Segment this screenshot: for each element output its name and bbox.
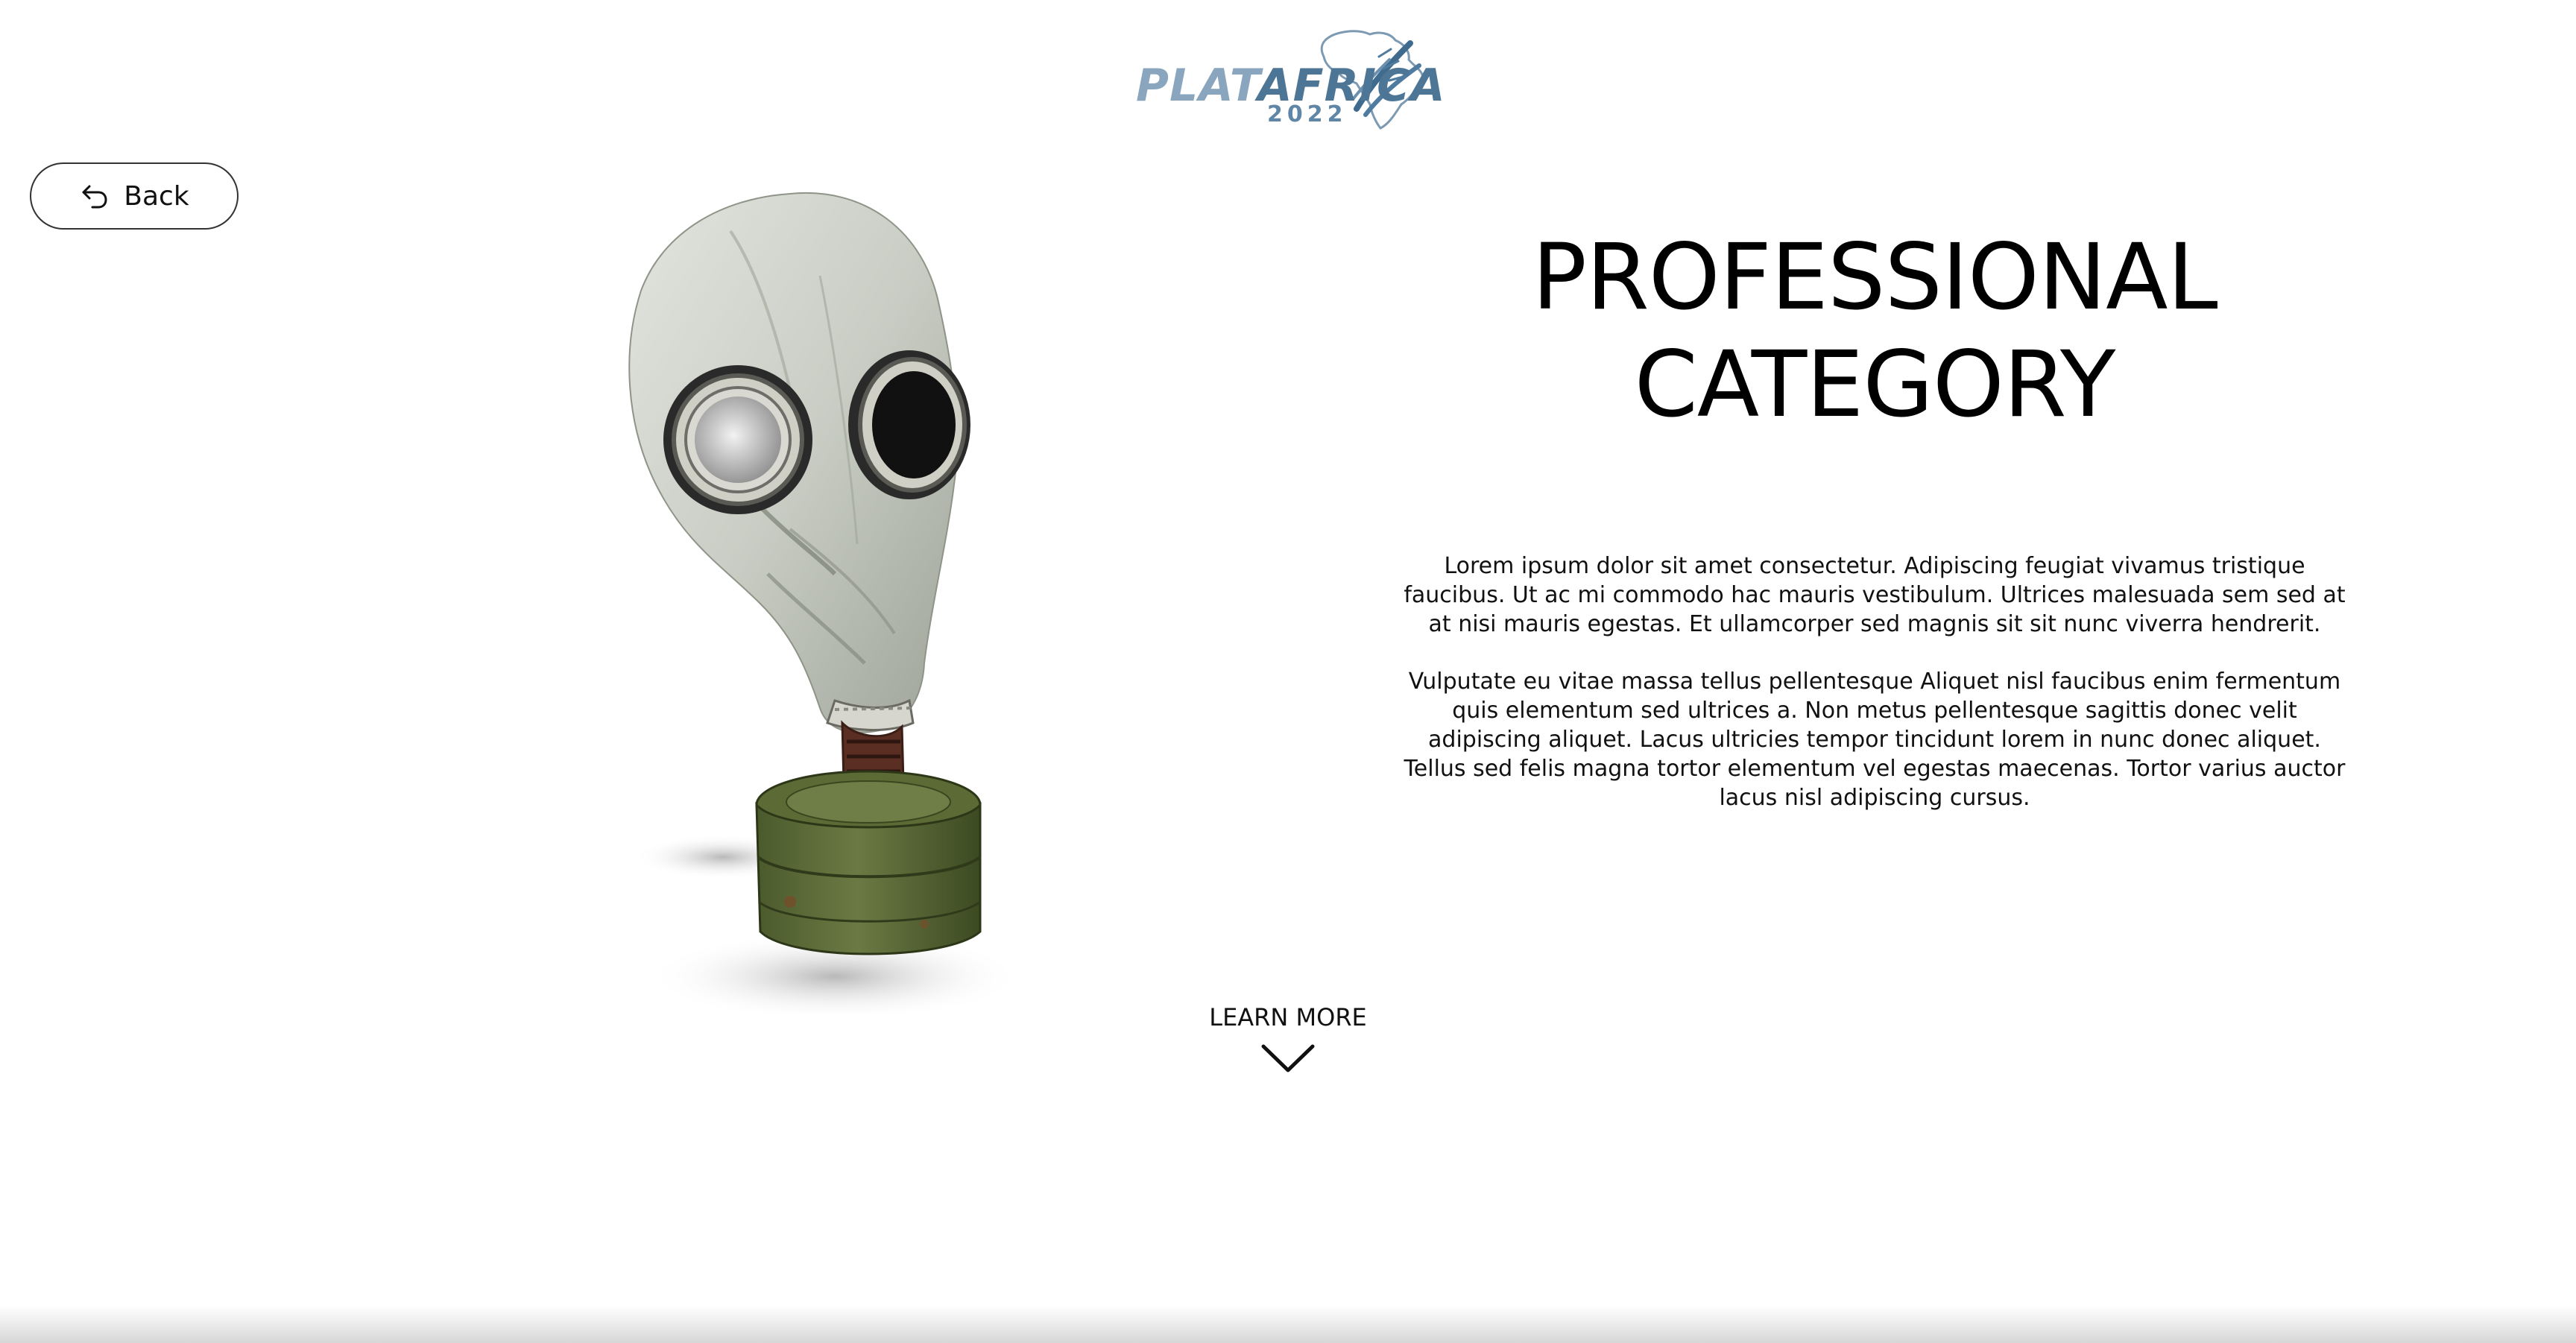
gas-mask-illustration <box>628 192 1021 1014</box>
back-label: Back <box>124 180 189 212</box>
page: PLATAFRICA 2022 Back PROFESSIONAL CATEGO… <box>0 0 2576 1343</box>
page-title: PROFESSIONAL CATEGORY <box>1401 224 2348 438</box>
chevron-down-icon[interactable] <box>1260 1042 1316 1075</box>
learn-more-button[interactable]: LEARN MORE <box>1176 1003 1400 1075</box>
title-line-1: PROFESSIONAL <box>1532 224 2217 330</box>
undo-arrow-icon <box>82 185 107 209</box>
platafrica-logo[interactable]: PLATAFRICA 2022 <box>1133 27 1445 131</box>
title-line-2: CATEGORY <box>1634 332 2116 437</box>
logo-wordmark-plain: PLAT <box>1136 60 1258 112</box>
description: Lorem ipsum dolor sit amet consectetur. … <box>1394 552 2355 841</box>
bottom-edge-shadow <box>0 1306 2576 1343</box>
logo-year: 2022 <box>1267 101 1348 127</box>
description-paragraph-2: Vulputate eu vitae massa tellus pellente… <box>1404 669 2346 811</box>
description-paragraph-1: Lorem ipsum dolor sit amet consectetur. … <box>1404 553 2346 637</box>
back-button[interactable]: Back <box>30 162 239 230</box>
learn-more-label: LEARN MORE <box>1209 1003 1367 1031</box>
